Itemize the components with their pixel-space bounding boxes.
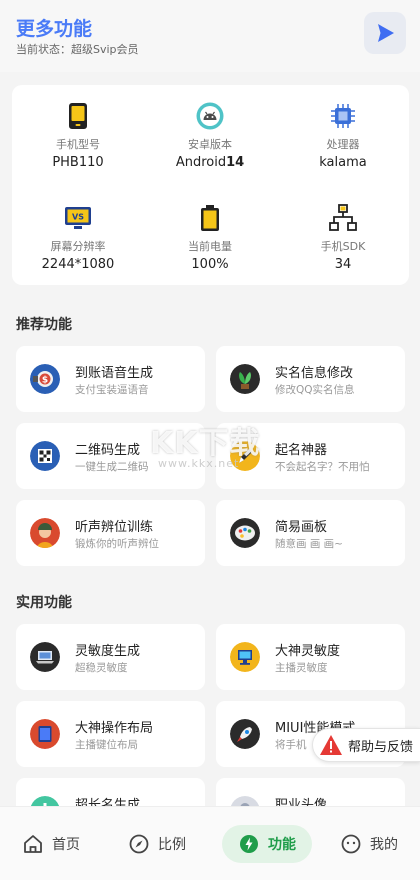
svg-text:VS: VS: [72, 213, 84, 222]
face-icon: [341, 834, 361, 854]
header: 更多功能 当前状态：超级Svip会员: [0, 0, 420, 72]
laptop-icon: [30, 642, 60, 672]
section-title-practical: 实用功能: [16, 595, 72, 611]
android-icon: [196, 102, 224, 130]
nav-features[interactable]: 功能: [222, 825, 312, 863]
feature-sensitivity-generator[interactable]: 灵敏度生成 超稳灵敏度: [16, 624, 205, 690]
feature-pro-sensitivity[interactable]: 大神灵敏度 主播灵敏度: [216, 624, 405, 690]
feature-voice-generator[interactable]: $ 到账语音生成 支付宝装逼语音: [16, 346, 205, 412]
info-android-version: 安卓版本 Android14: [144, 101, 276, 191]
nav-home[interactable]: 首页: [22, 825, 80, 863]
svg-text:$: $: [42, 376, 48, 386]
more-features-screen: 更多功能 当前状态：超级Svip会员 手机型号 PHB110 安卓版本 Andr…: [0, 0, 420, 880]
processor-icon: [331, 104, 355, 128]
bolt-icon: [240, 835, 258, 853]
rocket-icon: [230, 719, 260, 749]
feature-drawing-board[interactable]: 简易画板 随意画 画 画~: [216, 500, 405, 566]
play-icon: [378, 24, 394, 42]
watermark-url: www.kkx.net: [158, 457, 240, 470]
info-screen-resolution: VS 屏幕分辨率 2244*1080: [12, 203, 144, 293]
info-sdk: 手机SDK 34: [277, 203, 409, 293]
feature-pro-layout[interactable]: 大神操作布局 主播键位布局: [16, 701, 205, 767]
info-processor: 处理器 kalama: [277, 101, 409, 191]
nav-ratio[interactable]: 比例: [128, 825, 186, 863]
tablet-icon: [30, 719, 60, 749]
help-feedback-button[interactable]: 帮助与反馈: [312, 728, 420, 762]
soldier-icon: [30, 518, 60, 548]
feature-realname-edit[interactable]: 实名信息修改 修改QQ实名信息: [216, 346, 405, 412]
palette-icon: [230, 518, 260, 548]
feature-sound-training[interactable]: 听声辨位训练 锻炼你的听声辨位: [16, 500, 205, 566]
bottom-navigation: 首页 比例 功能 我的: [0, 806, 420, 880]
battery-icon: [201, 205, 219, 231]
monitor-icon: [230, 642, 260, 672]
qrcode-icon: [30, 441, 60, 471]
section-title-recommended: 推荐功能: [16, 317, 72, 333]
info-phone-model: 手机型号 PHB110: [12, 101, 144, 191]
warning-icon: [320, 735, 342, 755]
phone-icon: [69, 103, 87, 129]
sdk-icon: [329, 204, 357, 231]
play-button[interactable]: [364, 12, 406, 54]
info-battery: 当前电量 100%: [144, 203, 276, 293]
plant-icon: [230, 364, 260, 394]
home-icon: [24, 835, 42, 853]
coin-speaker-icon: $: [30, 364, 60, 394]
device-info-card: 手机型号 PHB110 安卓版本 Android14 处理器 kalama VS…: [12, 85, 409, 285]
nav-mine[interactable]: 我的: [340, 825, 398, 863]
screen-icon: VS: [65, 207, 91, 229]
compass-icon: [129, 834, 149, 854]
watermark-logo: KK下载: [150, 426, 261, 461]
member-status: 当前状态：超级Svip会员: [16, 43, 139, 56]
page-title: 更多功能: [16, 18, 93, 40]
